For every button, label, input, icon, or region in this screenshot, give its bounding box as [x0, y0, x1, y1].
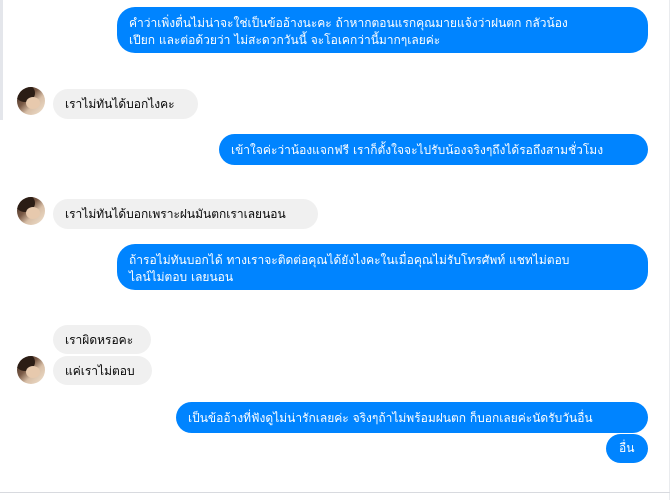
message-line: เราไม่ทันได้บอกไงคะ — [65, 97, 175, 111]
contact-avatar[interactable] — [17, 197, 45, 225]
message-bubble-incoming[interactable]: เราไม่ทันได้บอกไงคะ — [53, 89, 198, 119]
composer-divider — [0, 492, 670, 493]
contact-avatar[interactable] — [17, 356, 45, 384]
message-bubble-outgoing[interactable]: คำว่าเพิ่งตื่นไม่น่าจะใช่เป็นข้ออ้างนะคะ… — [117, 7, 648, 53]
message-bubble-incoming[interactable]: แค่เราไม่ตอบ — [53, 356, 152, 385]
message-line: ไลน์ไม่ตอบ เลยนอน — [129, 270, 234, 284]
message-line: เปียก และต่อด้วยว่า ไม่สะดวกวันนี้ จะโอเ… — [129, 33, 441, 47]
message-line: แค่เราไม่ตอบ — [65, 364, 135, 378]
avatar-face — [26, 207, 40, 219]
avatar-face — [26, 366, 40, 378]
message-line: คำว่าเพิ่งตื่นไม่น่าจะใช่เป็นข้ออ้างนะคะ… — [129, 16, 568, 30]
message-line: อื่น — [619, 441, 635, 455]
message-line: ถ้ารอไม่ทันบอกได้ ทางเราจะติดต่อคุณได้ยั… — [129, 253, 570, 267]
message-bubble-incoming[interactable]: เราผิดหรอคะ — [53, 325, 151, 354]
message-bubble-outgoing[interactable]: เข้าใจค่ะว่าน้องแจกฟรี เราก็ตั้งใจจะไปรั… — [219, 134, 648, 165]
message-bubble-outgoing[interactable]: ถ้ารอไม่ทันบอกได้ ทางเราจะติดต่อคุณได้ยั… — [117, 244, 648, 290]
message-line: เป็นข้ออ้างที่ฟังดูไม่น่ารักเลยค่ะ จริงๆ… — [188, 411, 593, 425]
message-bubble-incoming[interactable]: เราไม่ทันได้บอกเพราะฝนมันตกเราเลยนอน — [53, 199, 318, 229]
message-line: เราผิดหรอคะ — [65, 333, 134, 347]
message-bubble-outgoing[interactable]: เป็นข้ออ้างที่ฟังดูไม่น่ารักเลยค่ะ จริงๆ… — [176, 402, 648, 433]
avatar-face — [26, 97, 40, 109]
left-pane-edge — [0, 0, 3, 120]
message-line: เราไม่ทันได้บอกเพราะฝนมันตกเราเลยนอน — [65, 207, 286, 221]
contact-avatar[interactable] — [17, 87, 45, 115]
message-bubble-outgoing[interactable]: อื่น — [606, 434, 648, 463]
message-line: เข้าใจค่ะว่าน้องแจกฟรี เราก็ตั้งใจจะไปรั… — [231, 143, 604, 157]
